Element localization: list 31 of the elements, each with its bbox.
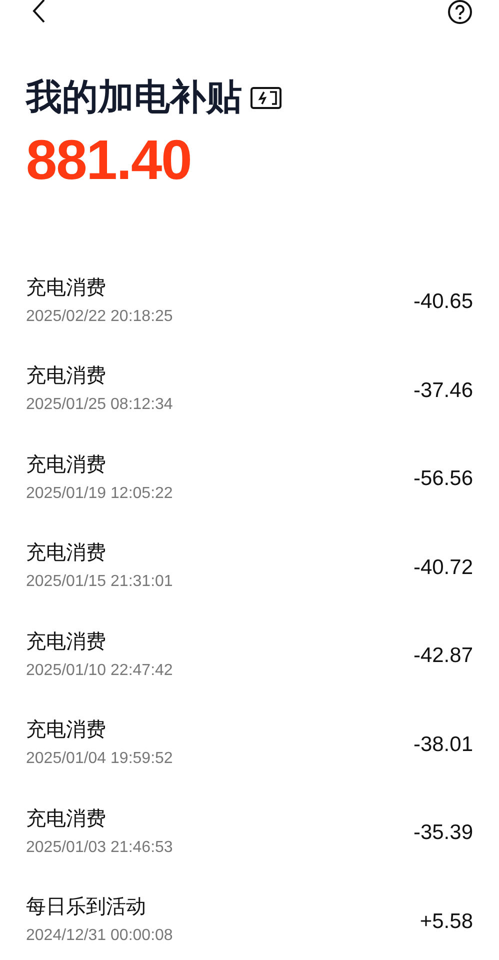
record-title: 充电消费 <box>26 539 107 566</box>
record-time: 2025/01/25 08:12:34 <box>26 395 173 416</box>
help-button[interactable] <box>447 0 473 26</box>
record-amount: -56.56 <box>413 467 473 492</box>
help-icon <box>447 0 473 26</box>
record-amount: -38.01 <box>413 732 473 757</box>
record-title: 充电消费 <box>26 716 107 742</box>
balance-amount: 881.40 <box>26 130 192 190</box>
record-time: 2025/01/03 21:46:53 <box>26 838 173 858</box>
record-time: 2025/01/04 19:59:52 <box>26 749 173 770</box>
record-time: 2025/01/19 12:05:22 <box>26 484 173 504</box>
back-button[interactable] <box>32 0 46 24</box>
record-amount: +5.58 <box>420 910 473 934</box>
page-title: 我的加电补贴 <box>26 76 242 120</box>
record-amount: -35.39 <box>413 821 473 846</box>
record-amount: -40.72 <box>413 556 473 580</box>
record-amount: -40.65 <box>413 290 473 314</box>
record-time: 2025/01/15 21:31:01 <box>26 572 173 592</box>
back-icon <box>32 0 46 24</box>
battery-icon <box>250 86 282 110</box>
record-title: 充电消费 <box>26 628 107 654</box>
record-title: 充电消费 <box>26 274 107 300</box>
record-amount: -37.46 <box>413 378 473 403</box>
record-time: 2025/02/22 20:18:25 <box>26 306 173 327</box>
record-time: 2024/12/31 00:00:08 <box>26 926 173 946</box>
record-amount: -42.87 <box>413 644 473 668</box>
record-time: 2025/01/10 22:47:42 <box>26 660 173 681</box>
record-title: 充电消费 <box>26 804 107 831</box>
record-title: 充电消费 <box>26 450 107 477</box>
record-title: 充电消费 <box>26 362 107 388</box>
record-title: 每日乐到活动 <box>26 893 147 920</box>
